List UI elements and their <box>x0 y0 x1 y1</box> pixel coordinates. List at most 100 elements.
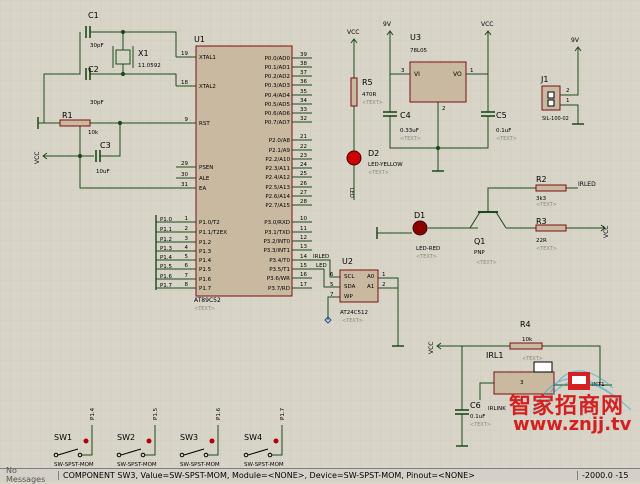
junction <box>120 29 126 35</box>
u1-pin-num-22: 22 <box>300 144 307 150</box>
u1-pin-name-7: P1.6 <box>199 277 212 283</box>
u1-pin-name-3: P1.2 <box>199 240 211 246</box>
u1-pin-name-2: P1.1/T2EX <box>199 230 227 236</box>
r2-ref: R2 <box>536 175 547 184</box>
c4-ref: C4 <box>400 111 411 120</box>
u1-pin-num-1: 1 <box>185 216 189 222</box>
q1-value: PNP <box>474 250 485 256</box>
junction <box>435 145 441 151</box>
u1-part: AT89C52 <box>194 297 221 304</box>
d1-text-tag: <TEXT> <box>416 254 437 260</box>
x1-value: 11.0592 <box>138 63 161 69</box>
j1-pin2-num: 2 <box>566 88 570 94</box>
sw4-ref: SW4 <box>244 433 262 442</box>
u1-pin-num-14: 14 <box>300 254 307 260</box>
u3-pin-vo: VO <box>453 71 462 78</box>
u1-pin-num-24: 24 <box>300 162 307 168</box>
irl1-pin-num: 3 <box>520 380 524 386</box>
u1-pin-name-34: P0.5/AD5 <box>265 102 291 108</box>
u1-pin-num-33: 33 <box>300 107 307 113</box>
power-label-vcc: VCC <box>34 152 41 164</box>
d2-side: LED <box>348 188 354 198</box>
schematic-canvas[interactable]: U1 AT89C52 <TEXT> 19 XTAL1 18 XTAL2 9 RST 29 PSEN 3… <box>0 0 640 468</box>
u1-pin-num-4: 4 <box>185 245 189 251</box>
u1-pin-num-27: 27 <box>300 190 307 196</box>
u1-pin-num-3: 3 <box>185 236 189 242</box>
u1-pin-name-35: P0.4/AD4 <box>265 93 291 99</box>
u1-pin-name-5: P1.4 <box>199 258 212 264</box>
r1-ref: R1 <box>62 111 73 120</box>
u1-pin-num-16: 16 <box>300 272 307 278</box>
u2-ref: U2 <box>342 257 353 266</box>
sw3-port: P1.6 <box>216 407 222 420</box>
schematic-svg[interactable]: U1AT89C52<TEXT>19XTAL118XTAL29RST29PSEN3… <box>0 0 640 468</box>
u1-port-label-2: P1.2 <box>160 237 172 243</box>
u1-pin-num-8: 8 <box>185 282 189 288</box>
r2-net-label: IRLED <box>578 181 596 188</box>
u1-pin-name-23: P2.2/A10 <box>265 157 290 163</box>
c2-value: 30pF <box>90 100 104 106</box>
u1-port-label-6: P1.6 <box>160 274 173 280</box>
u1-pin-num-10: 10 <box>300 216 307 222</box>
u1-pin-num-12: 12 <box>300 235 307 241</box>
u2-pin-num-a0: 1 <box>382 272 386 278</box>
irl1-pin-int1: INT1 <box>592 382 605 388</box>
u1-pin-name-32: P0.7/AD7 <box>265 120 291 126</box>
q1-text-tag: <TEXT> <box>476 260 497 266</box>
u1-pin-name-37: P0.2/AD2 <box>265 74 290 80</box>
u1-port-label-0: P1.0 <box>160 217 173 223</box>
r2-text-tag: <TEXT> <box>536 202 557 208</box>
u1-pin-name-27: P2.6/A14 <box>265 194 290 200</box>
u3-pin-vi: VI <box>414 71 420 78</box>
status-message[interactable]: No Messages <box>0 466 58 484</box>
u1-pin-num-17: 17 <box>300 282 307 288</box>
irl1-value: IRLINK <box>488 406 506 412</box>
u1-net-irled: IRLED <box>313 254 329 260</box>
power-label-vcc: VCC <box>347 29 359 36</box>
u2-pin-num-wp: 7 <box>330 292 334 298</box>
u2-pin-num-sda: 5 <box>330 282 334 288</box>
u1-pin-num-25: 25 <box>300 171 307 177</box>
u1-pin-num-2: 2 <box>185 226 189 232</box>
u1-port-label-5: P1.5 <box>160 264 173 270</box>
u1-pin-name-15: P3.5/T1 <box>269 267 290 273</box>
c6-ref: C6 <box>470 401 481 410</box>
r2 <box>535 184 567 192</box>
u1-pin-num-30: 30 <box>181 172 188 178</box>
u1-pin-num-6: 6 <box>185 263 189 269</box>
u1-pin-num-13: 13 <box>300 244 307 250</box>
q1-ref: Q1 <box>474 237 485 246</box>
r4-text-tag: <TEXT> <box>522 356 543 362</box>
r3-ref: R3 <box>536 217 547 226</box>
sw3-button <box>209 438 215 444</box>
u2-pin-scl: SCL <box>344 274 355 280</box>
u1-pin-name-16: P3.6/WR <box>267 276 290 282</box>
u1-port-label-3: P1.3 <box>160 246 173 252</box>
u1-pin-num-34: 34 <box>300 98 307 104</box>
u2-pin-a0: A0 <box>367 274 375 280</box>
u1-pin-num-39: 39 <box>300 52 307 58</box>
u1-pin-name-26: P2.5/A13 <box>265 185 290 191</box>
c5-ref: C5 <box>496 111 507 120</box>
u3-pin3: 3 <box>401 68 405 74</box>
u1-pin-name-19: XTAL1 <box>199 55 216 61</box>
c5-text-tag: <TEXT> <box>496 136 517 142</box>
r5-ref: R5 <box>362 78 373 87</box>
junction <box>117 120 123 126</box>
r5 <box>350 77 358 107</box>
status-coordinates: -2000.0 -15 <box>577 470 640 480</box>
u2-pin-a1: A1 <box>367 284 374 290</box>
power-label-vcc: VCC <box>428 342 435 354</box>
u1-pin-name-18: XTAL2 <box>199 84 216 90</box>
u1-pin-name-4: P1.3 <box>199 249 212 255</box>
irl1-ref: IRL1 <box>486 351 503 360</box>
u1-pin-name-36: P0.3/AD3 <box>265 83 291 89</box>
d2-ref: D2 <box>368 149 379 158</box>
u3-body <box>409 61 467 103</box>
junction <box>120 71 126 77</box>
u1-port-label-1: P1.1 <box>160 227 172 233</box>
r5-value: 470R <box>362 92 376 98</box>
c4-value: 0.33uF <box>400 128 419 134</box>
u1-ref: U1 <box>194 35 205 44</box>
junction <box>77 153 83 159</box>
